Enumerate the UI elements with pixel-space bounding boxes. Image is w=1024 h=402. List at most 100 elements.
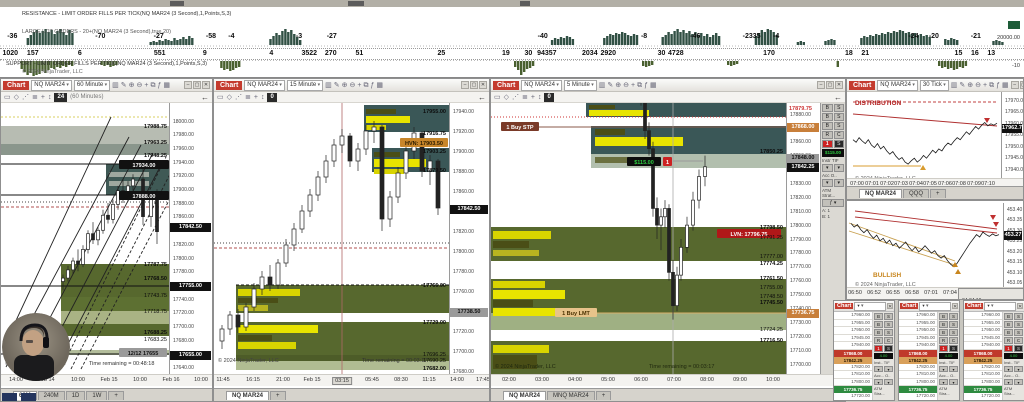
anchor-icon[interactable]: ↕ xyxy=(538,93,542,102)
quantity-field[interactable]: 1 xyxy=(939,345,948,352)
close-button[interactable]: C xyxy=(884,337,893,344)
c5-plot[interactable]: BULLISH© 2024 NinjaTrader, LLC xyxy=(847,203,1003,287)
stop-strategy-field[interactable]: S xyxy=(949,345,958,352)
instrument-tab[interactable]: QQQ xyxy=(903,189,930,198)
c2-price-axis[interactable]: 17940.00 17920.00 17900.00 17880.00 17860.00… xyxy=(449,103,489,375)
close-button[interactable]: ✕ xyxy=(887,303,893,310)
sell-button[interactable]: S xyxy=(1014,321,1023,328)
close-button[interactable]: ✕ xyxy=(479,81,487,89)
anchor-icon[interactable]: ↕ xyxy=(48,93,52,102)
snapshot-icon[interactable]: ⧉ xyxy=(363,81,368,90)
chart-tab-label[interactable]: Chart xyxy=(493,80,520,90)
sell-button[interactable]: S xyxy=(884,321,893,328)
tif-dropdown[interactable]: ▾ xyxy=(1014,366,1023,372)
c4-price-axis[interactable]: 17970.0017965.0017960.0017955.0017950.00… xyxy=(1001,92,1023,178)
instrument-tab[interactable]: + xyxy=(930,189,946,198)
c1-price-axis[interactable]: 18000.00 17980.00 17960.00 17940.00 17920.00… xyxy=(169,103,212,374)
quantity-field[interactable]: 1 xyxy=(822,140,833,148)
pencil-icon[interactable]: ✎ xyxy=(607,81,613,90)
price-ladder[interactable]: 17960.00 17955.00 17950.00 17945.00 17940.00… xyxy=(834,312,873,400)
taskbar-button[interactable] xyxy=(21,393,36,401)
chart-style-icon[interactable]: ▥ xyxy=(112,81,119,90)
crosshair-icon[interactable]: + xyxy=(983,81,987,90)
anchor-icon[interactable]: ↕ xyxy=(261,93,265,102)
instrument-tab[interactable]: NQ MAR24 xyxy=(226,391,270,400)
instrument-dropdown[interactable]: ▾ xyxy=(1004,366,1013,372)
chart-tab-label[interactable]: Chart xyxy=(965,303,984,309)
c2-plot[interactable]: HVN: 17903.50 17955.00 17916.75 17903.25 178… xyxy=(214,103,449,374)
c5-price-axis[interactable]: 453.40453.35453.30453.25453.20453.15453.… xyxy=(1003,203,1023,287)
buy-button[interactable]: B xyxy=(1004,313,1013,320)
interval-select[interactable]: 5 Minute xyxy=(563,79,597,91)
close-button[interactable]: ✕ xyxy=(835,81,843,89)
tif-dropdown[interactable]: ▾ xyxy=(949,366,958,372)
sell-button[interactable]: S xyxy=(1014,329,1023,336)
crosshair-icon[interactable]: + xyxy=(144,81,148,90)
indicators-icon[interactable]: ƒ xyxy=(644,81,648,90)
sell-button[interactable]: S xyxy=(884,329,893,336)
buy-button[interactable]: B xyxy=(822,104,833,112)
restore-button[interactable]: ▢ xyxy=(826,81,834,89)
plus-icon[interactable]: + xyxy=(41,93,45,102)
chart-tab-label[interactable]: Chart xyxy=(900,303,919,309)
zoom-in-icon[interactable]: ⊕ xyxy=(615,81,621,90)
back-arrow-icon[interactable]: ← xyxy=(834,93,842,102)
buy-button[interactable]: B xyxy=(939,321,948,328)
minimize-button[interactable]: – xyxy=(184,81,192,89)
taskbar-button[interactable] xyxy=(2,393,17,401)
instrument-tab[interactable]: 1W xyxy=(86,391,108,400)
restore-button[interactable]: ▢ xyxy=(470,81,478,89)
buy-button[interactable]: B xyxy=(939,329,948,336)
instrument-dropdown[interactable]: ▾ xyxy=(939,366,948,372)
buy-button[interactable]: B xyxy=(822,113,833,121)
zoom-in-icon[interactable]: ⊕ xyxy=(967,81,973,90)
crosshair-icon[interactable]: + xyxy=(631,81,635,90)
buy-button[interactable]: B xyxy=(874,329,883,336)
chart-style-icon[interactable]: ▥ xyxy=(325,81,332,90)
chart-tab-label[interactable]: Chart xyxy=(216,80,243,90)
sell-button[interactable]: S xyxy=(949,313,958,320)
grid-icon[interactable]: ▦ xyxy=(376,81,383,90)
oco-dropdown[interactable]: ▾ xyxy=(884,379,893,385)
interval-select[interactable]: 30 Tick xyxy=(919,79,949,91)
bars-chip[interactable]: 24 xyxy=(54,92,68,102)
chart-style-icon[interactable]: ▥ xyxy=(599,81,606,90)
instrument-tab[interactable]: + xyxy=(108,391,124,400)
instrument-tab[interactable]: + xyxy=(595,391,612,400)
tif-dropdown[interactable]: ▾ xyxy=(833,164,844,172)
mini-instrument-select[interactable]: ▾ xyxy=(984,301,1016,311)
close-button[interactable]: C xyxy=(1014,337,1023,344)
price-ladder[interactable]: 17960.00 17955.00 17950.00 17945.00 17940.00… xyxy=(899,312,938,400)
tif-dropdown[interactable]: ▾ xyxy=(884,366,893,372)
interval-select[interactable]: 15 Minute xyxy=(286,79,324,91)
plus-icon[interactable]: + xyxy=(254,93,258,102)
chart-tab-label[interactable]: Chart xyxy=(849,80,876,90)
oco-dropdown[interactable]: ▾ xyxy=(1014,379,1023,385)
sell-button[interactable]: S xyxy=(833,104,844,112)
instrument-tab[interactable]: NQ MAR24 xyxy=(503,391,547,400)
region-icon[interactable]: ▭ xyxy=(494,93,501,102)
marker-icon[interactable]: ◇ xyxy=(14,93,19,102)
reverse-button[interactable]: R xyxy=(874,337,883,344)
instrument-tab[interactable]: MNQ MAR24 xyxy=(547,391,595,400)
sell-button[interactable]: S xyxy=(949,329,958,336)
close-button[interactable]: ✕ xyxy=(1017,303,1023,310)
stop-strategy-field[interactable]: S xyxy=(884,345,893,352)
back-arrow-icon[interactable]: ← xyxy=(201,93,209,102)
instrument-tab[interactable]: 240M xyxy=(37,391,65,400)
back-arrow-icon[interactable]: ← xyxy=(478,93,486,102)
marker-icon[interactable]: ◇ xyxy=(227,93,232,102)
indicators-icon[interactable]: ƒ xyxy=(996,81,1000,90)
trend-icon[interactable]: ⋰ xyxy=(512,93,519,102)
snapshot-icon[interactable]: ⧉ xyxy=(637,81,642,90)
quantity-field[interactable]: 1 xyxy=(1004,345,1013,352)
crosshair-icon[interactable]: + xyxy=(357,81,361,90)
reverse-button[interactable]: R xyxy=(939,337,948,344)
c3-price-axis[interactable]: 17880.0017870.0017860.0017850.0017840.00… xyxy=(786,103,820,374)
sell-button[interactable]: S xyxy=(833,113,844,121)
zoom-out-icon[interactable]: ⊖ xyxy=(623,81,629,90)
account-dropdown[interactable]: ▾ xyxy=(939,379,948,385)
zoom-in-icon[interactable]: ⊕ xyxy=(342,81,348,90)
close-button[interactable]: C xyxy=(949,337,958,344)
instrument-select[interactable]: NQ MAR24 xyxy=(31,79,72,91)
